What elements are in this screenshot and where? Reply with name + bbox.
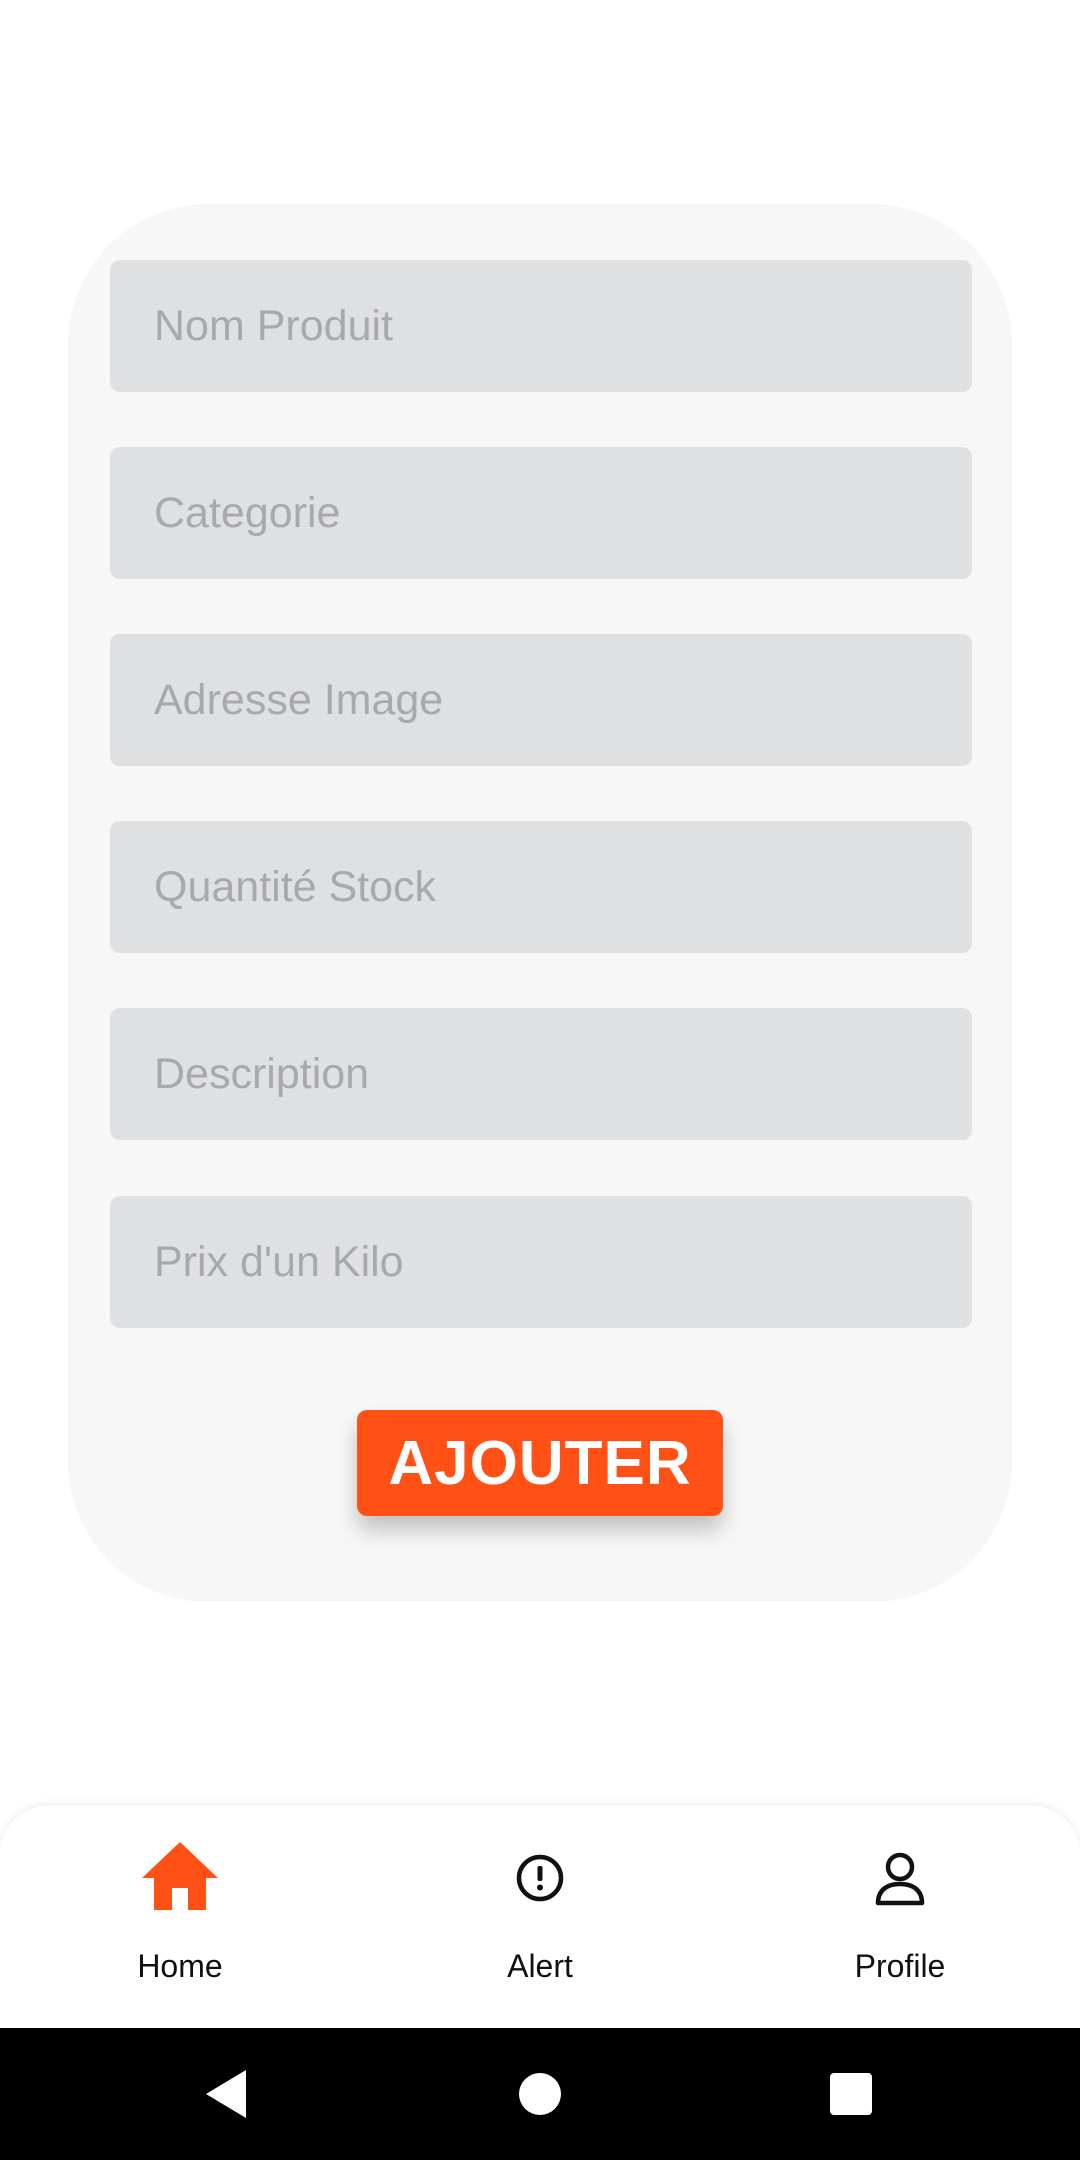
product-name-field[interactable] [110, 260, 972, 392]
nav-item-home[interactable]: Home [60, 1806, 300, 2028]
home-circle-icon[interactable] [504, 2058, 576, 2130]
nav-item-profile[interactable]: Profile [780, 1806, 1020, 2028]
category-field[interactable] [110, 447, 972, 579]
bottom-navigation: Home Alert Profile [0, 1806, 1080, 2028]
add-button[interactable]: AJOUTER [357, 1410, 723, 1516]
nav-item-alert[interactable]: Alert [420, 1806, 660, 2028]
image-address-field[interactable] [110, 634, 972, 766]
screen: AJOUTER Home Alert Profile [0, 0, 1080, 2160]
alert-circle-icon [516, 1854, 564, 1902]
price-per-kilo-field[interactable] [110, 1196, 972, 1328]
back-icon[interactable] [190, 2058, 262, 2130]
stock-quantity-field[interactable] [110, 821, 972, 953]
recents-icon[interactable] [815, 2058, 887, 2130]
nav-label-profile: Profile [854, 1948, 946, 1984]
system-navigation-bar [0, 2028, 1080, 2160]
person-icon [875, 1852, 925, 1906]
description-field[interactable] [110, 1008, 972, 1140]
nav-label-alert: Alert [507, 1948, 573, 1984]
nav-label-home: Home [137, 1948, 223, 1984]
home-icon [142, 1842, 218, 1910]
product-form-card: AJOUTER [68, 204, 1012, 1602]
